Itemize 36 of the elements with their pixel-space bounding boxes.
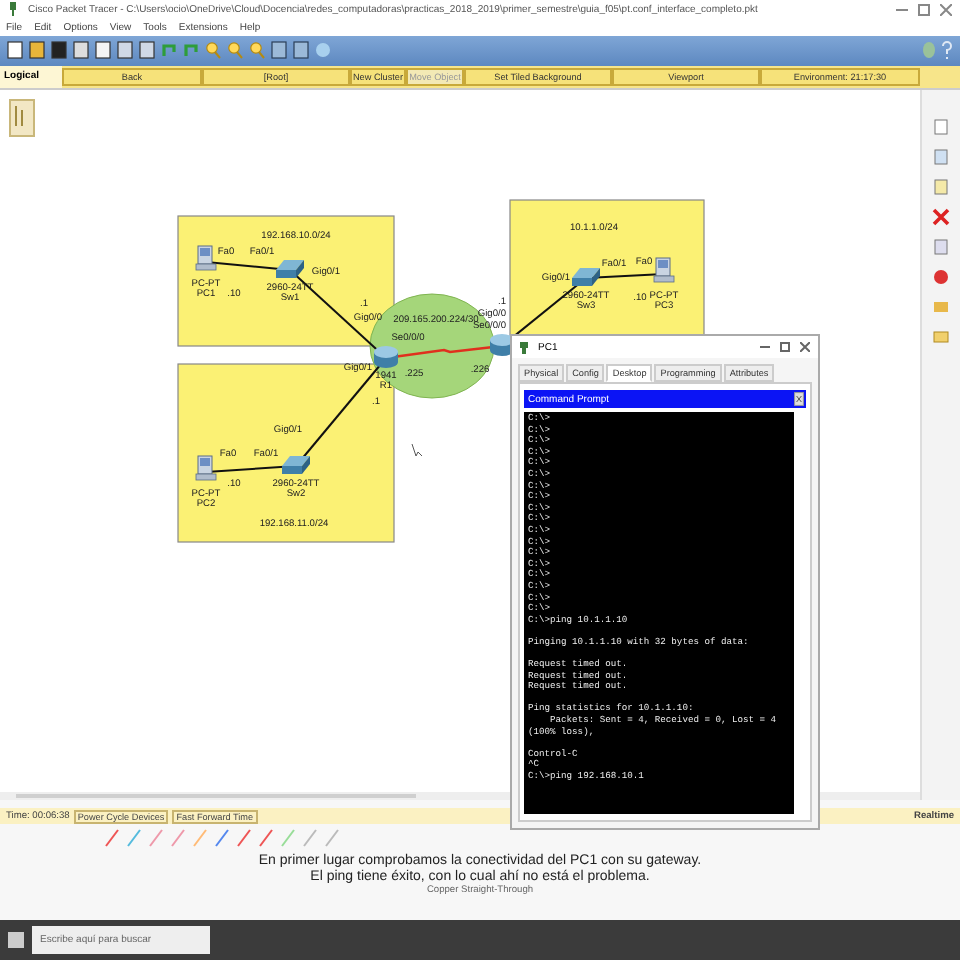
zoom-in-icon[interactable] [204, 40, 222, 61]
maximize-icon[interactable] [918, 3, 930, 16]
windows-icon[interactable] [8, 932, 24, 949]
ruler-icon[interactable] [8, 97, 36, 138]
cable-icon[interactable] [104, 828, 120, 849]
zoom-out-icon[interactable] [248, 40, 266, 61]
computer-icon[interactable] [653, 257, 675, 283]
close-icon[interactable] [794, 392, 804, 406]
cable-icon[interactable] [170, 828, 186, 849]
simple-pdu-icon[interactable] [932, 267, 950, 286]
switch-icon[interactable] [572, 267, 600, 286]
computer-icon[interactable] [195, 455, 217, 481]
help-icon[interactable] [940, 40, 954, 61]
terminal[interactable] [524, 412, 794, 814]
cable-icon[interactable] [214, 828, 230, 849]
document-icon[interactable] [6, 40, 24, 61]
cable-icon[interactable] [302, 828, 318, 849]
zoom-icon[interactable] [226, 40, 244, 61]
maximize-icon[interactable] [780, 342, 790, 352]
close-icon[interactable] [800, 342, 810, 352]
scroll-thumb[interactable] [16, 794, 416, 799]
close-icon[interactable] [940, 3, 952, 16]
switch-icon[interactable] [282, 455, 310, 474]
cable-icon[interactable] [258, 828, 274, 849]
delete-icon[interactable] [932, 207, 950, 226]
switch-icon[interactable] [276, 259, 304, 278]
cable-icon[interactable] [236, 828, 252, 849]
cable-icon[interactable] [324, 828, 340, 849]
minimize-icon[interactable] [896, 3, 908, 16]
app-logo-icon [8, 2, 18, 17]
cable-icon[interactable] [126, 828, 142, 849]
minimize-icon[interactable] [760, 342, 770, 352]
computer-icon[interactable] [195, 245, 217, 271]
router-icon[interactable] [374, 345, 398, 368]
app-logo-icon [520, 341, 528, 353]
cable-icon[interactable] [148, 828, 164, 849]
